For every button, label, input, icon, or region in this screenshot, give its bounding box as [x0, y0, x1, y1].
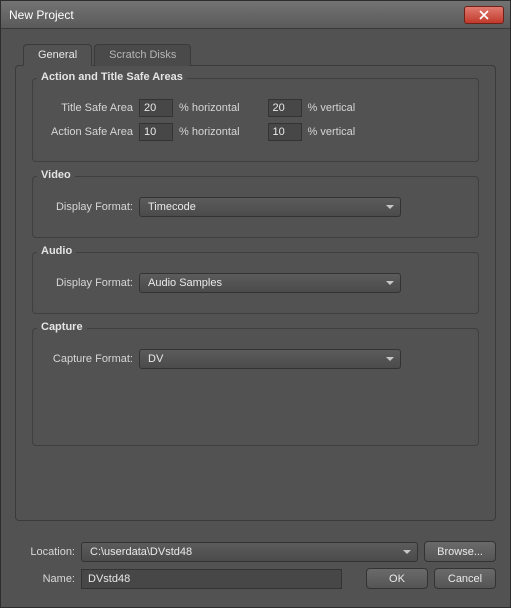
row-capture-format: Capture Format: DV: [49, 349, 462, 369]
label-pct-vert-1: % vertical: [302, 102, 362, 114]
close-button[interactable]: [464, 6, 504, 24]
label-action-safe: Action Safe Area: [49, 126, 139, 138]
location-value: C:\userdata\DVstd48: [90, 546, 192, 558]
dropdown-location[interactable]: C:\userdata\DVstd48: [81, 542, 418, 562]
dropdown-audio-format[interactable]: Audio Samples: [139, 273, 401, 293]
label-title-safe: Title Safe Area: [49, 102, 139, 114]
browse-button[interactable]: Browse...: [424, 541, 496, 562]
tab-scratch-disks[interactable]: Scratch Disks: [94, 44, 191, 66]
chevron-down-icon: [386, 357, 394, 361]
dropdown-audio-value: Audio Samples: [148, 277, 222, 289]
new-project-dialog: New Project General Scratch Disks Action…: [0, 0, 511, 608]
dialog-footer: Location: C:\userdata\DVstd48 Browse... …: [1, 531, 510, 607]
window-title: New Project: [9, 8, 74, 22]
label-pct-horiz-2: % horizontal: [173, 126, 246, 138]
dropdown-video-value: Timecode: [148, 201, 196, 213]
input-project-name[interactable]: [81, 569, 342, 589]
group-safe-areas: Action and Title Safe Areas Title Safe A…: [32, 78, 479, 162]
label-location: Location:: [15, 546, 81, 558]
row-location: Location: C:\userdata\DVstd48 Browse...: [15, 541, 496, 562]
label-pct-horiz-1: % horizontal: [173, 102, 246, 114]
row-title-safe: Title Safe Area % horizontal % vertical: [49, 99, 462, 117]
group-video: Video Display Format: Timecode: [32, 176, 479, 238]
label-audio-format: Display Format:: [49, 277, 139, 289]
chevron-down-icon: [386, 281, 394, 285]
dropdown-capture-format[interactable]: DV: [139, 349, 401, 369]
label-capture-format: Capture Format:: [49, 353, 139, 365]
dropdown-video-format[interactable]: Timecode: [139, 197, 401, 217]
cancel-button[interactable]: Cancel: [434, 568, 496, 589]
dropdown-capture-value: DV: [148, 353, 163, 365]
title-bar: New Project: [1, 1, 510, 29]
row-audio-format: Display Format: Audio Samples: [49, 273, 462, 293]
tab-bar: General Scratch Disks: [23, 43, 496, 65]
chevron-down-icon: [403, 550, 411, 554]
tab-panel-general: Action and Title Safe Areas Title Safe A…: [15, 65, 496, 521]
group-title-video: Video: [37, 169, 75, 181]
ok-button[interactable]: OK: [366, 568, 428, 589]
tab-general[interactable]: General: [23, 44, 92, 66]
group-audio: Audio Display Format: Audio Samples: [32, 252, 479, 314]
input-action-safe-v[interactable]: [268, 123, 302, 141]
row-action-safe: Action Safe Area % horizontal % vertical: [49, 123, 462, 141]
dialog-body: General Scratch Disks Action and Title S…: [1, 29, 510, 531]
chevron-down-icon: [386, 205, 394, 209]
row-name: Name: OK Cancel: [15, 568, 496, 589]
close-icon: [479, 10, 489, 20]
group-title-safe-areas: Action and Title Safe Areas: [37, 71, 187, 83]
label-video-format: Display Format:: [49, 201, 139, 213]
group-title-audio: Audio: [37, 245, 76, 257]
label-pct-vert-2: % vertical: [302, 126, 362, 138]
group-capture: Capture Capture Format: DV: [32, 328, 479, 446]
label-name: Name:: [15, 573, 81, 585]
row-video-format: Display Format: Timecode: [49, 197, 462, 217]
input-action-safe-h[interactable]: [139, 123, 173, 141]
group-title-capture: Capture: [37, 321, 87, 333]
input-title-safe-h[interactable]: [139, 99, 173, 117]
input-title-safe-v[interactable]: [268, 99, 302, 117]
